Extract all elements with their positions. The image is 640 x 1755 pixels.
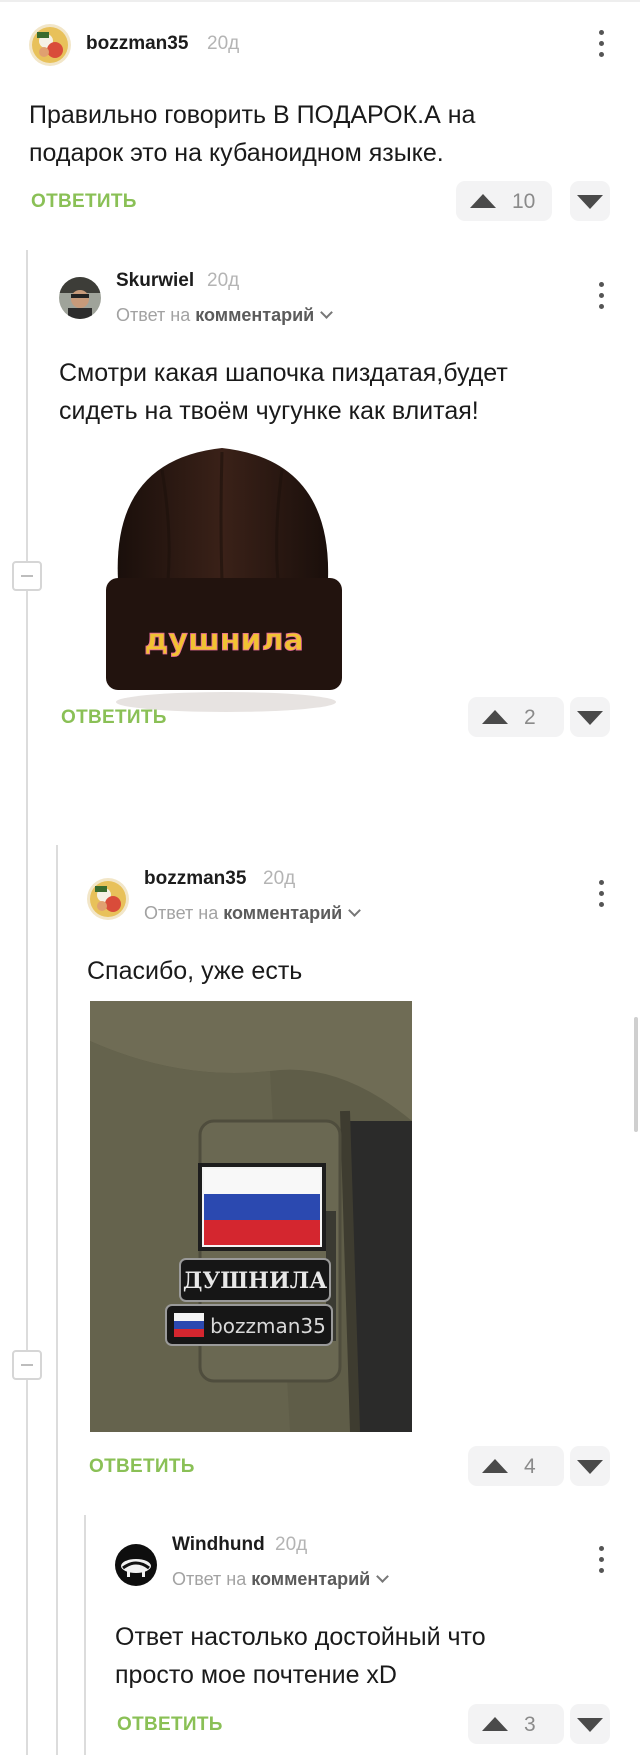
vote-count: 2 bbox=[524, 706, 536, 729]
comment-text: Ответ настолько достойный что просто мое… bbox=[115, 1623, 486, 1689]
collapse-thread-button[interactable] bbox=[12, 561, 42, 591]
chevron-down-icon bbox=[376, 1570, 390, 1583]
upvote-button[interactable]: 3 bbox=[468, 1704, 564, 1744]
comment-3: bozzman35 20д Ответ на комментарий Спаси… bbox=[84, 868, 640, 1508]
upvote-button[interactable]: 4 bbox=[468, 1446, 564, 1486]
reply-button[interactable]: ОТВЕТИТЬ bbox=[31, 191, 137, 213]
patch-label-2: bozzman35 bbox=[210, 1314, 326, 1338]
arrow-down-icon bbox=[577, 1460, 603, 1474]
avatar[interactable] bbox=[87, 878, 129, 920]
scrollbar[interactable] bbox=[634, 1017, 638, 1132]
comment-text: Смотри какая шапочка пиздатая,будет сиде… bbox=[59, 359, 508, 425]
upvote-button[interactable]: 10 bbox=[456, 181, 552, 221]
arrow-up-icon bbox=[470, 194, 496, 208]
thread-line bbox=[26, 250, 28, 1755]
username[interactable]: Skurwiel bbox=[116, 270, 194, 292]
arrow-up-icon bbox=[482, 1459, 508, 1473]
avatar[interactable] bbox=[59, 277, 101, 319]
comment-age: 20д bbox=[207, 33, 240, 54]
downvote-button[interactable] bbox=[570, 697, 610, 737]
comment-age: 20д bbox=[275, 1534, 308, 1555]
more-options-icon[interactable] bbox=[592, 880, 612, 908]
vote-count: 10 bbox=[512, 190, 536, 213]
username[interactable]: Windhund bbox=[172, 1534, 265, 1556]
reply-button[interactable]: ОТВЕТИТЬ bbox=[61, 707, 167, 729]
downvote-button[interactable] bbox=[570, 1446, 610, 1486]
arrow-down-icon bbox=[577, 195, 603, 209]
avatar[interactable] bbox=[115, 1544, 157, 1586]
beanie-print: душнила bbox=[144, 623, 304, 658]
reply-button[interactable]: ОТВЕТИТЬ bbox=[117, 1714, 223, 1736]
comment-1: bozzman35 20д Правильно говорить В ПОДАР… bbox=[0, 0, 640, 240]
chevron-down-icon bbox=[320, 306, 334, 319]
arrow-down-icon bbox=[577, 711, 603, 725]
downvote-button[interactable] bbox=[570, 1704, 610, 1744]
downvote-button[interactable] bbox=[570, 181, 610, 221]
comment-image-jacket[interactable]: ДУШНИЛА bozzman35 bbox=[90, 1001, 412, 1433]
patch-label-1: ДУШНИЛА bbox=[183, 1268, 327, 1294]
comment-age: 20д bbox=[263, 868, 296, 889]
comment-text: Спасибо, уже есть bbox=[87, 957, 303, 985]
thread-line bbox=[56, 845, 58, 1755]
username[interactable]: bozzman35 bbox=[144, 868, 246, 890]
reply-button[interactable]: ОТВЕТИТЬ bbox=[89, 1456, 195, 1478]
avatar[interactable] bbox=[29, 24, 71, 66]
comment-2: Skurwiel 20д Ответ на комментарий Смотри… bbox=[56, 270, 640, 830]
username[interactable]: bozzman35 bbox=[86, 33, 188, 55]
comment-text: Правильно говорить В ПОДАРОК.А на подаро… bbox=[29, 101, 476, 167]
arrow-down-icon bbox=[577, 1718, 603, 1732]
arrow-up-icon bbox=[482, 710, 508, 724]
reply-to-link[interactable]: Ответ на комментарий bbox=[144, 903, 362, 924]
arrow-up-icon bbox=[482, 1717, 508, 1731]
more-options-icon[interactable] bbox=[592, 1546, 612, 1574]
reply-to-link[interactable]: Ответ на комментарий bbox=[116, 305, 334, 326]
more-options-icon[interactable] bbox=[592, 30, 612, 58]
thread-line bbox=[84, 1515, 86, 1755]
comment-4: Windhund 20д Ответ на комментарий Ответ … bbox=[112, 1534, 640, 1755]
comment-age: 20д bbox=[207, 270, 240, 291]
reply-to-link[interactable]: Ответ на комментарий bbox=[172, 1569, 390, 1590]
collapse-thread-button[interactable] bbox=[12, 1350, 42, 1380]
more-options-icon[interactable] bbox=[592, 282, 612, 310]
vote-count: 3 bbox=[524, 1713, 536, 1736]
upvote-button[interactable]: 2 bbox=[468, 697, 564, 737]
vote-count: 4 bbox=[524, 1455, 536, 1478]
chevron-down-icon bbox=[348, 904, 362, 917]
